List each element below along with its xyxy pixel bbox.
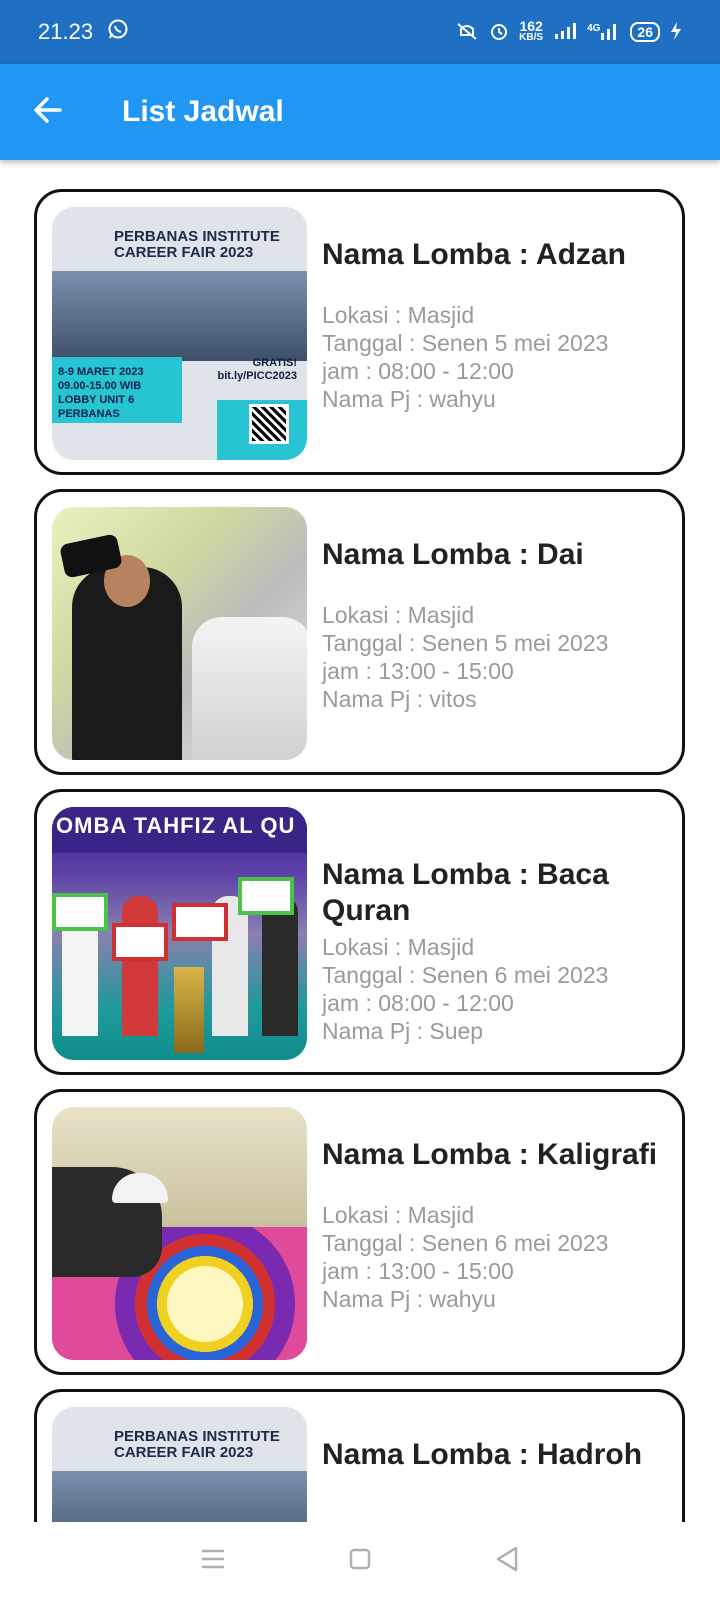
system-nav-bar — [0, 1522, 720, 1600]
poster-image: PERBANAS INSTITUTE CAREER FAIR 2023 8-9 M… — [52, 207, 307, 460]
nama-pj: Nama Pj : Suep — [322, 1018, 484, 1044]
schedule-card[interactable]: OMBA TAHFIZ AL QU Nama Lomba : Baca Qura… — [34, 789, 685, 1075]
schedule-card[interactable]: PERBANAS INSTITUTE CAREER FAIR 2023 Nama … — [34, 1389, 685, 1522]
jam: jam : 08:00 - 12:00 — [322, 358, 514, 384]
lokasi: Lokasi : Masjid — [322, 302, 475, 328]
lomba-details: Lokasi : Masjid Tanggal : Senen 5 mei 20… — [322, 601, 672, 713]
back-button[interactable] — [0, 64, 96, 160]
charging-icon — [670, 21, 682, 43]
whatsapp-icon — [107, 18, 129, 46]
jam: jam : 13:00 - 15:00 — [322, 658, 514, 684]
lomba-details: Lokasi : Masjid Tanggal : Senen 6 mei 20… — [322, 933, 672, 1045]
recents-button[interactable] — [183, 1531, 243, 1591]
battery-level: 26 — [630, 22, 660, 42]
schedule-card[interactable]: Nama Lomba : Dai Lokasi : Masjid Tanggal… — [34, 489, 685, 775]
kaligrafi-photo — [52, 1107, 307, 1360]
lomba-name: Nama Lomba : Adzan — [322, 238, 626, 271]
tanggal: Tanggal : Senen 6 mei 2023 — [322, 1230, 609, 1256]
status-time: 21.23 — [38, 19, 94, 44]
back-nav-button[interactable] — [477, 1531, 537, 1591]
nama-pj: Nama Pj : wahyu — [322, 1286, 496, 1312]
schedule-card[interactable]: PERBANAS INSTITUTE CAREER FAIR 2023 8-9 M… — [34, 189, 685, 475]
arrow-left-icon — [32, 94, 64, 131]
poster-image: PERBANAS INSTITUTE CAREER FAIR 2023 — [52, 1407, 307, 1522]
app-bar: List Jadwal — [0, 64, 720, 160]
mute-icon — [455, 21, 479, 44]
net-speed: 162 KB/S — [519, 18, 544, 43]
menu-lines-icon — [200, 1548, 226, 1575]
nama-pj: Nama Pj : vitos — [322, 686, 477, 712]
tanggal: Tanggal : Senen 5 mei 2023 — [322, 330, 609, 356]
jam: jam : 08:00 - 12:00 — [322, 990, 514, 1016]
status-bar: 21.23 162 KB/S 4G 26 — [0, 0, 720, 64]
lomba-name: Nama Lomba : Baca Quran — [322, 858, 609, 927]
home-button[interactable] — [330, 1531, 390, 1591]
page-title: List Jadwal — [122, 95, 284, 128]
quran-photo: OMBA TAHFIZ AL QU — [52, 807, 307, 1060]
lokasi: Lokasi : Masjid — [322, 602, 475, 628]
dai-photo — [52, 507, 307, 760]
lomba-details: Lokasi : Masjid Tanggal : Senen 6 mei 20… — [322, 1201, 672, 1313]
signal-4g-icon: 4G — [587, 23, 620, 41]
lokasi: Lokasi : Masjid — [322, 934, 475, 960]
lomba-name: Nama Lomba : Kaligrafi — [322, 1138, 658, 1171]
schedule-list[interactable]: PERBANAS INSTITUTE CAREER FAIR 2023 8-9 M… — [0, 160, 720, 1522]
lomba-name: Nama Lomba : Dai — [322, 538, 584, 571]
triangle-back-icon — [495, 1546, 519, 1577]
lokasi: Lokasi : Masjid — [322, 1202, 475, 1228]
jam: jam : 13:00 - 15:00 — [322, 1258, 514, 1284]
lomba-details: Lokasi : Masjid Tanggal : Senen 5 mei 20… — [322, 301, 672, 413]
lomba-name: Nama Lomba : Hadroh — [322, 1438, 643, 1471]
alarm-icon — [489, 21, 509, 44]
tanggal: Tanggal : Senen 5 mei 2023 — [322, 630, 609, 656]
tanggal: Tanggal : Senen 6 mei 2023 — [322, 962, 609, 988]
signal-icon — [553, 22, 577, 43]
square-icon — [348, 1547, 372, 1576]
schedule-card[interactable]: Nama Lomba : Kaligrafi Lokasi : Masjid T… — [34, 1089, 685, 1375]
network-type: 4G — [587, 23, 601, 34]
nama-pj: Nama Pj : wahyu — [322, 386, 496, 412]
